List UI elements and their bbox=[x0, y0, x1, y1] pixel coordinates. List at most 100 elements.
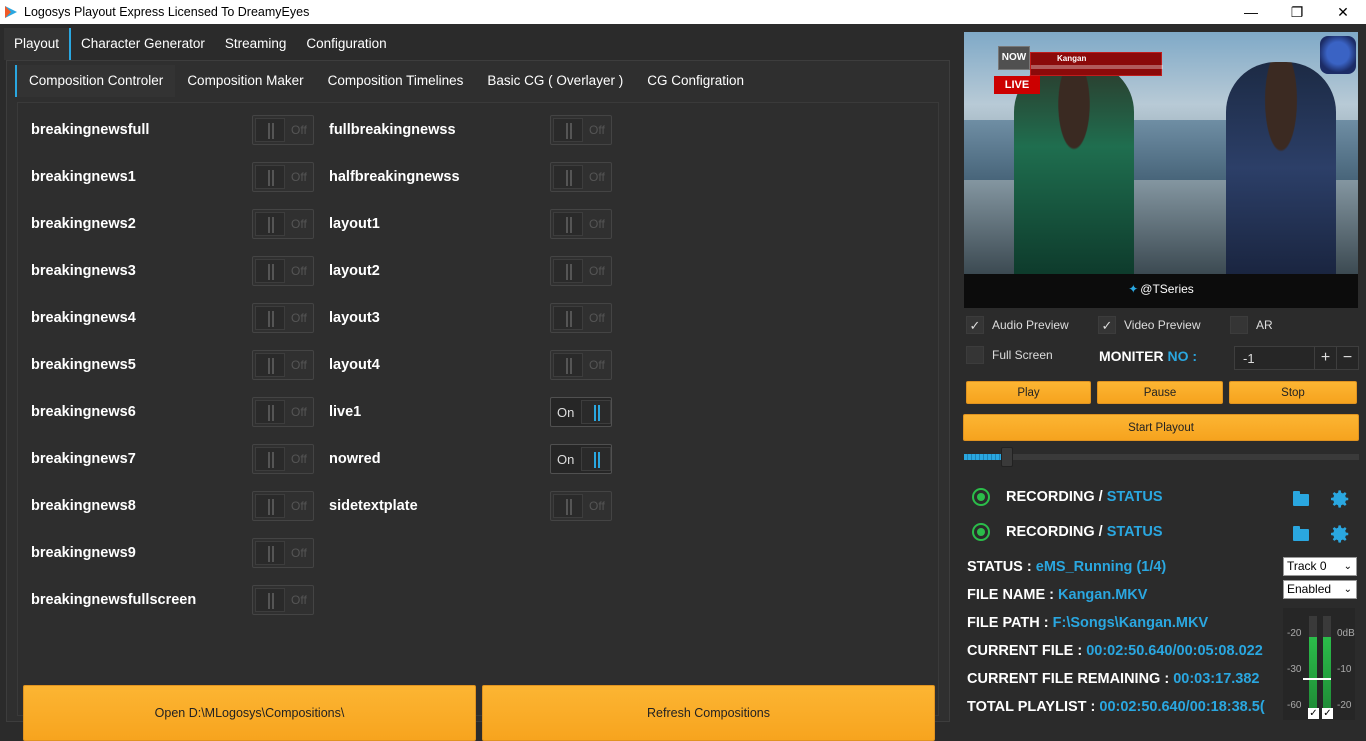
file-name-value: Kangan.MKV bbox=[1058, 587, 1148, 603]
audio-level-meter: -20 0dB -30 -10 -60 -20 ✓ ✓ bbox=[1283, 608, 1355, 720]
decrement-icon[interactable]: − bbox=[1336, 347, 1358, 369]
open-compositions-button[interactable]: Open D:\MLogosys\Compositions\ bbox=[23, 685, 476, 741]
tab-configuration[interactable]: Configuration bbox=[296, 28, 396, 60]
toggle-state-text: Off bbox=[589, 311, 605, 325]
ar-checkbox[interactable]: AR bbox=[1230, 316, 1273, 334]
tab-character-generator[interactable]: Character Generator bbox=[71, 28, 215, 60]
toggle-knob bbox=[255, 588, 285, 612]
composition-row: layout3 bbox=[329, 303, 380, 333]
toggle-state-text: Off bbox=[291, 123, 307, 137]
composition-toggle-switch[interactable]: Off bbox=[252, 444, 314, 474]
composition-toggle-switch[interactable]: Off bbox=[550, 350, 612, 380]
minimize-icon[interactable]: — bbox=[1228, 0, 1274, 24]
composition-toggle-switch[interactable]: Off bbox=[252, 491, 314, 521]
playback-seek-slider[interactable] bbox=[964, 447, 1359, 467]
preview-handle-text: @TSeries bbox=[1140, 282, 1194, 296]
character-generator-pane: Composition Controler Composition Maker … bbox=[6, 60, 950, 741]
audio-preview-checkbox[interactable]: ✓ Audio Preview bbox=[966, 316, 1092, 334]
tab-cg-configration[interactable]: CG Configration bbox=[635, 65, 756, 97]
composition-toggle-switch[interactable]: Off bbox=[550, 162, 612, 192]
toggle-knob bbox=[553, 118, 583, 142]
tab-streaming[interactable]: Streaming bbox=[215, 28, 297, 60]
composition-toggle-switch[interactable]: Off bbox=[252, 256, 314, 286]
gear-icon[interactable] bbox=[1329, 523, 1351, 545]
recording-status: STATUS bbox=[1106, 524, 1163, 540]
toggle-knob bbox=[255, 400, 285, 424]
track-select[interactable]: Track 0 ⌄ bbox=[1283, 557, 1357, 576]
play-button[interactable]: Play bbox=[966, 381, 1091, 404]
tab-composition-controler[interactable]: Composition Controler bbox=[15, 65, 176, 97]
composition-toggle-switch[interactable]: Off bbox=[252, 209, 314, 239]
moniter-label: MONITER NO : bbox=[1099, 348, 1197, 364]
tab-playout[interactable]: Playout bbox=[4, 28, 72, 60]
meter-level-left bbox=[1309, 637, 1317, 712]
video-preview-checkbox[interactable]: ✓ Video Preview bbox=[1098, 316, 1224, 334]
meter-channel-left bbox=[1309, 616, 1317, 712]
toggle-knob bbox=[255, 353, 285, 377]
composition-toggle-switch[interactable]: Off bbox=[550, 303, 612, 333]
preview-frame: NOW Kangan LIVE bbox=[964, 32, 1358, 274]
increment-icon[interactable]: + bbox=[1314, 347, 1336, 369]
ar-label: AR bbox=[1256, 318, 1273, 332]
recording-indicator-icon[interactable] bbox=[972, 523, 990, 541]
tab-composition-maker[interactable]: Composition Maker bbox=[175, 65, 315, 97]
composition-label: sidetextplate bbox=[329, 498, 418, 514]
composition-toggle-switch[interactable]: On bbox=[550, 397, 612, 427]
current-file-value: 00:02:50.640/00:05:08.022 bbox=[1086, 643, 1263, 659]
video-preview-check-icon: ✓ bbox=[1098, 316, 1116, 334]
composition-toggle-switch[interactable]: Off bbox=[550, 256, 612, 286]
composition-row: layout4 bbox=[329, 350, 380, 380]
recording-indicator-icon[interactable] bbox=[972, 488, 990, 506]
composition-row: breakingnews1 bbox=[31, 162, 136, 192]
composition-toggle-switch[interactable]: On bbox=[550, 444, 612, 474]
composition-row: breakingnews7 bbox=[31, 444, 136, 474]
toggle-knob bbox=[553, 165, 583, 189]
maximize-icon[interactable]: ❐ bbox=[1274, 0, 1320, 24]
composition-toggle-switch[interactable]: Off bbox=[252, 303, 314, 333]
toggle-knob bbox=[255, 306, 285, 330]
composition-toggle-switch[interactable]: Off bbox=[252, 397, 314, 427]
moniter-value[interactable]: -1 bbox=[1235, 351, 1314, 366]
total-playlist-label: TOTAL PLAYLIST : bbox=[967, 699, 1096, 715]
composition-row: fullbreakingnewss bbox=[329, 115, 456, 145]
enabled-select[interactable]: Enabled ⌄ bbox=[1283, 580, 1357, 599]
composition-label: breakingnews2 bbox=[31, 216, 136, 232]
pause-button[interactable]: Pause bbox=[1097, 381, 1223, 404]
folder-icon[interactable] bbox=[1293, 526, 1309, 541]
composition-toggle-switch[interactable]: Off bbox=[550, 491, 612, 521]
composition-toggle-switch[interactable]: Off bbox=[252, 115, 314, 145]
full-screen-label: Full Screen bbox=[992, 348, 1053, 362]
moniter-number-stepper[interactable]: -1 + − bbox=[1234, 346, 1359, 370]
full-screen-checkbox[interactable]: Full Screen bbox=[966, 346, 1092, 364]
meter-right-check-icon[interactable]: ✓ bbox=[1322, 708, 1333, 719]
chevron-down-icon: ⌄ bbox=[1343, 584, 1352, 595]
start-playout-button[interactable]: Start Playout bbox=[963, 414, 1359, 441]
composition-toggle-switch[interactable]: Off bbox=[252, 538, 314, 568]
composition-toggle-switch[interactable]: Off bbox=[252, 350, 314, 380]
toggle-state-text: Off bbox=[589, 123, 605, 137]
meter-channel-right bbox=[1323, 616, 1331, 712]
gear-icon[interactable] bbox=[1329, 488, 1351, 510]
stop-button[interactable]: Stop bbox=[1229, 381, 1357, 404]
composition-row: breakingnews6 bbox=[31, 397, 136, 427]
window-title: Logosys Playout Express Licensed To Drea… bbox=[24, 5, 310, 19]
composition-list: breakingnewsfull Off breakingnews1 Off break… bbox=[17, 102, 939, 741]
title-bar: Logosys Playout Express Licensed To Drea… bbox=[0, 0, 1366, 24]
ticker-title: Kangan bbox=[1057, 54, 1087, 63]
close-icon[interactable]: ✕ bbox=[1320, 0, 1366, 24]
refresh-compositions-button[interactable]: Refresh Compositions bbox=[482, 685, 935, 741]
composition-toggle-switch[interactable]: Off bbox=[550, 115, 612, 145]
composition-toggle-switch[interactable]: Off bbox=[252, 162, 314, 192]
toggle-state-text: Off bbox=[291, 452, 307, 466]
seek-slider-handle[interactable] bbox=[1001, 447, 1013, 467]
status-label: STATUS : bbox=[967, 559, 1032, 575]
main-tab-bar: Playout Character Generator Streaming Co… bbox=[4, 28, 397, 60]
meter-left-check-icon[interactable]: ✓ bbox=[1308, 708, 1319, 719]
tab-composition-timelines[interactable]: Composition Timelines bbox=[316, 65, 476, 97]
composition-toggle-switch[interactable]: Off bbox=[550, 209, 612, 239]
folder-icon[interactable] bbox=[1293, 491, 1309, 506]
toggle-state-text: Off bbox=[291, 170, 307, 184]
tab-basic-cg[interactable]: Basic CG ( Overlayer ) bbox=[475, 65, 635, 97]
recording-row-2: RECORDING / STATUS bbox=[972, 523, 1163, 541]
composition-toggle-switch[interactable]: Off bbox=[252, 585, 314, 615]
